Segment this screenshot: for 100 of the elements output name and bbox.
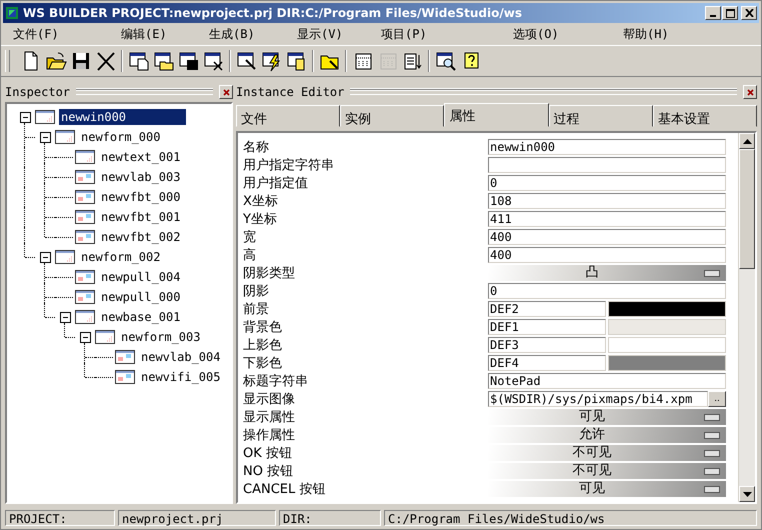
close-icon[interactable] xyxy=(743,85,757,99)
dropdown-indicator-icon xyxy=(704,450,720,457)
tree-item[interactable]: newwin000 xyxy=(59,109,186,125)
tree-item[interactable]: newform_002 xyxy=(79,249,162,265)
dropdown-indicator-icon xyxy=(704,270,720,277)
drag-grip[interactable] xyxy=(350,89,737,95)
tree-item[interactable]: newvifi_005 xyxy=(139,369,222,385)
close-icon xyxy=(744,9,754,17)
input-field[interactable]: newwin000 xyxy=(488,139,726,155)
property-label: 宽 xyxy=(243,229,257,246)
tree-item[interactable]: newvfbt_000 xyxy=(99,189,182,205)
scrollbar-thumb[interactable] xyxy=(739,149,755,269)
color-swatch[interactable] xyxy=(608,301,726,317)
input-field[interactable]: DEF2 xyxy=(488,301,606,317)
collapse-icon[interactable] xyxy=(60,312,70,322)
status-field: C:/Program Files/WideStudio/ws xyxy=(384,510,757,526)
input-field[interactable]: DEF3 xyxy=(488,337,606,353)
property-label: 背景色 xyxy=(243,319,283,336)
property-label: 标题字符串 xyxy=(243,373,309,390)
widget-icon xyxy=(115,370,135,384)
toolbar-grip[interactable] xyxy=(5,50,10,72)
tab[interactable]: 文件 xyxy=(236,105,340,127)
collapse-icon[interactable] xyxy=(20,112,30,122)
tree-item[interactable]: newvlab_004 xyxy=(139,349,222,365)
input-field[interactable]: DEF4 xyxy=(488,355,606,371)
dropdown-indicator-icon xyxy=(704,468,720,475)
property-label: 显示图像 xyxy=(243,391,296,408)
input-field[interactable]: 0 xyxy=(488,175,726,191)
collapse-icon[interactable] xyxy=(80,332,90,342)
dropdown-indicator-icon xyxy=(704,432,720,439)
form-icon xyxy=(55,130,75,144)
minimize-button[interactable] xyxy=(705,6,721,20)
scroll-down-icon[interactable] xyxy=(739,486,755,502)
property-label: 阴影类型 xyxy=(243,265,296,282)
form-icon xyxy=(35,110,55,124)
tree-item[interactable]: newtext_001 xyxy=(99,149,182,165)
form-icon xyxy=(95,330,115,344)
form-icon xyxy=(75,310,95,324)
tree-item[interactable]: newvfbt_002 xyxy=(99,229,182,245)
form-icon xyxy=(75,150,95,164)
input-field[interactable]: 108 xyxy=(488,193,726,209)
menu-item[interactable]: 生成(B) xyxy=(205,24,293,44)
tree-item[interactable]: newvlab_003 xyxy=(99,169,182,185)
property-label: 前景 xyxy=(243,301,270,318)
input-field[interactable]: 400 xyxy=(488,247,726,263)
widget-icon xyxy=(75,210,95,224)
maximize-button[interactable] xyxy=(722,6,738,20)
color-swatch[interactable] xyxy=(608,355,726,371)
menu-item[interactable]: 显示(V) xyxy=(293,24,377,44)
scroll-up-icon[interactable] xyxy=(739,133,755,149)
close-button[interactable] xyxy=(741,6,757,20)
menu-item[interactable]: 帮助(H) xyxy=(619,24,673,44)
tree-item[interactable]: newform_003 xyxy=(119,329,202,345)
tree-item[interactable]: newpull_004 xyxy=(99,269,182,285)
property-label: Y坐标 xyxy=(243,211,278,228)
tab[interactable]: 基本设置 xyxy=(652,105,758,127)
widget-icon xyxy=(75,190,95,204)
tree-item[interactable]: newbase_001 xyxy=(99,309,182,325)
maximize-icon xyxy=(726,8,734,18)
property-label: OK 按钮 xyxy=(243,445,293,462)
property-label: 显示属性 xyxy=(243,409,296,426)
property-label: 阴影 xyxy=(243,283,270,300)
tree-item[interactable]: newvfbt_001 xyxy=(99,209,182,225)
tab[interactable]: 属性 xyxy=(444,103,549,127)
input-field[interactable]: NotePad xyxy=(488,373,726,389)
tree-item[interactable]: newform_000 xyxy=(79,129,162,145)
input-field[interactable]: 411 xyxy=(488,211,726,227)
property-label: 高 xyxy=(243,247,257,264)
browse-button[interactable]: .. xyxy=(708,391,726,407)
input-field[interactable]: 400 xyxy=(488,229,726,245)
input-field[interactable]: DEF1 xyxy=(488,319,606,335)
status-field: newproject.prj xyxy=(118,510,276,526)
app-icon xyxy=(5,6,19,20)
color-swatch[interactable] xyxy=(608,337,726,353)
status-field: DIR: xyxy=(279,510,381,526)
tab[interactable]: 过程 xyxy=(548,105,653,127)
tab[interactable]: 实例 xyxy=(340,105,444,127)
widget-icon xyxy=(75,230,95,244)
drag-grip[interactable] xyxy=(76,89,213,95)
menu-item[interactable]: 文件(F) xyxy=(9,24,117,44)
tree-item[interactable]: newpull_000 xyxy=(99,289,182,305)
scrollbar[interactable] xyxy=(738,133,755,502)
property-label: 名称 xyxy=(243,139,270,156)
menu-item[interactable]: 选项(O) xyxy=(509,24,619,44)
color-swatch[interactable] xyxy=(608,319,726,335)
menu-item[interactable]: 项目(P) xyxy=(377,24,509,44)
status-field: PROJECT: xyxy=(5,510,115,526)
collapse-icon[interactable] xyxy=(40,252,50,262)
property-label: X坐标 xyxy=(243,193,279,210)
widget-icon xyxy=(75,170,95,184)
input-field[interactable]: 0 xyxy=(488,283,726,299)
panel-title: Instance Editor xyxy=(236,85,344,99)
dropdown-indicator-icon xyxy=(704,486,720,493)
collapse-icon[interactable] xyxy=(40,132,50,142)
input-field[interactable] xyxy=(488,157,726,173)
input-field[interactable]: $(WSDIR)/sys/pixmaps/bi4.xpm xyxy=(488,391,708,407)
close-icon[interactable] xyxy=(219,85,233,99)
menu-item[interactable]: 编辑(E) xyxy=(117,24,205,44)
widget-icon xyxy=(75,290,95,304)
widget-icon xyxy=(115,350,135,364)
